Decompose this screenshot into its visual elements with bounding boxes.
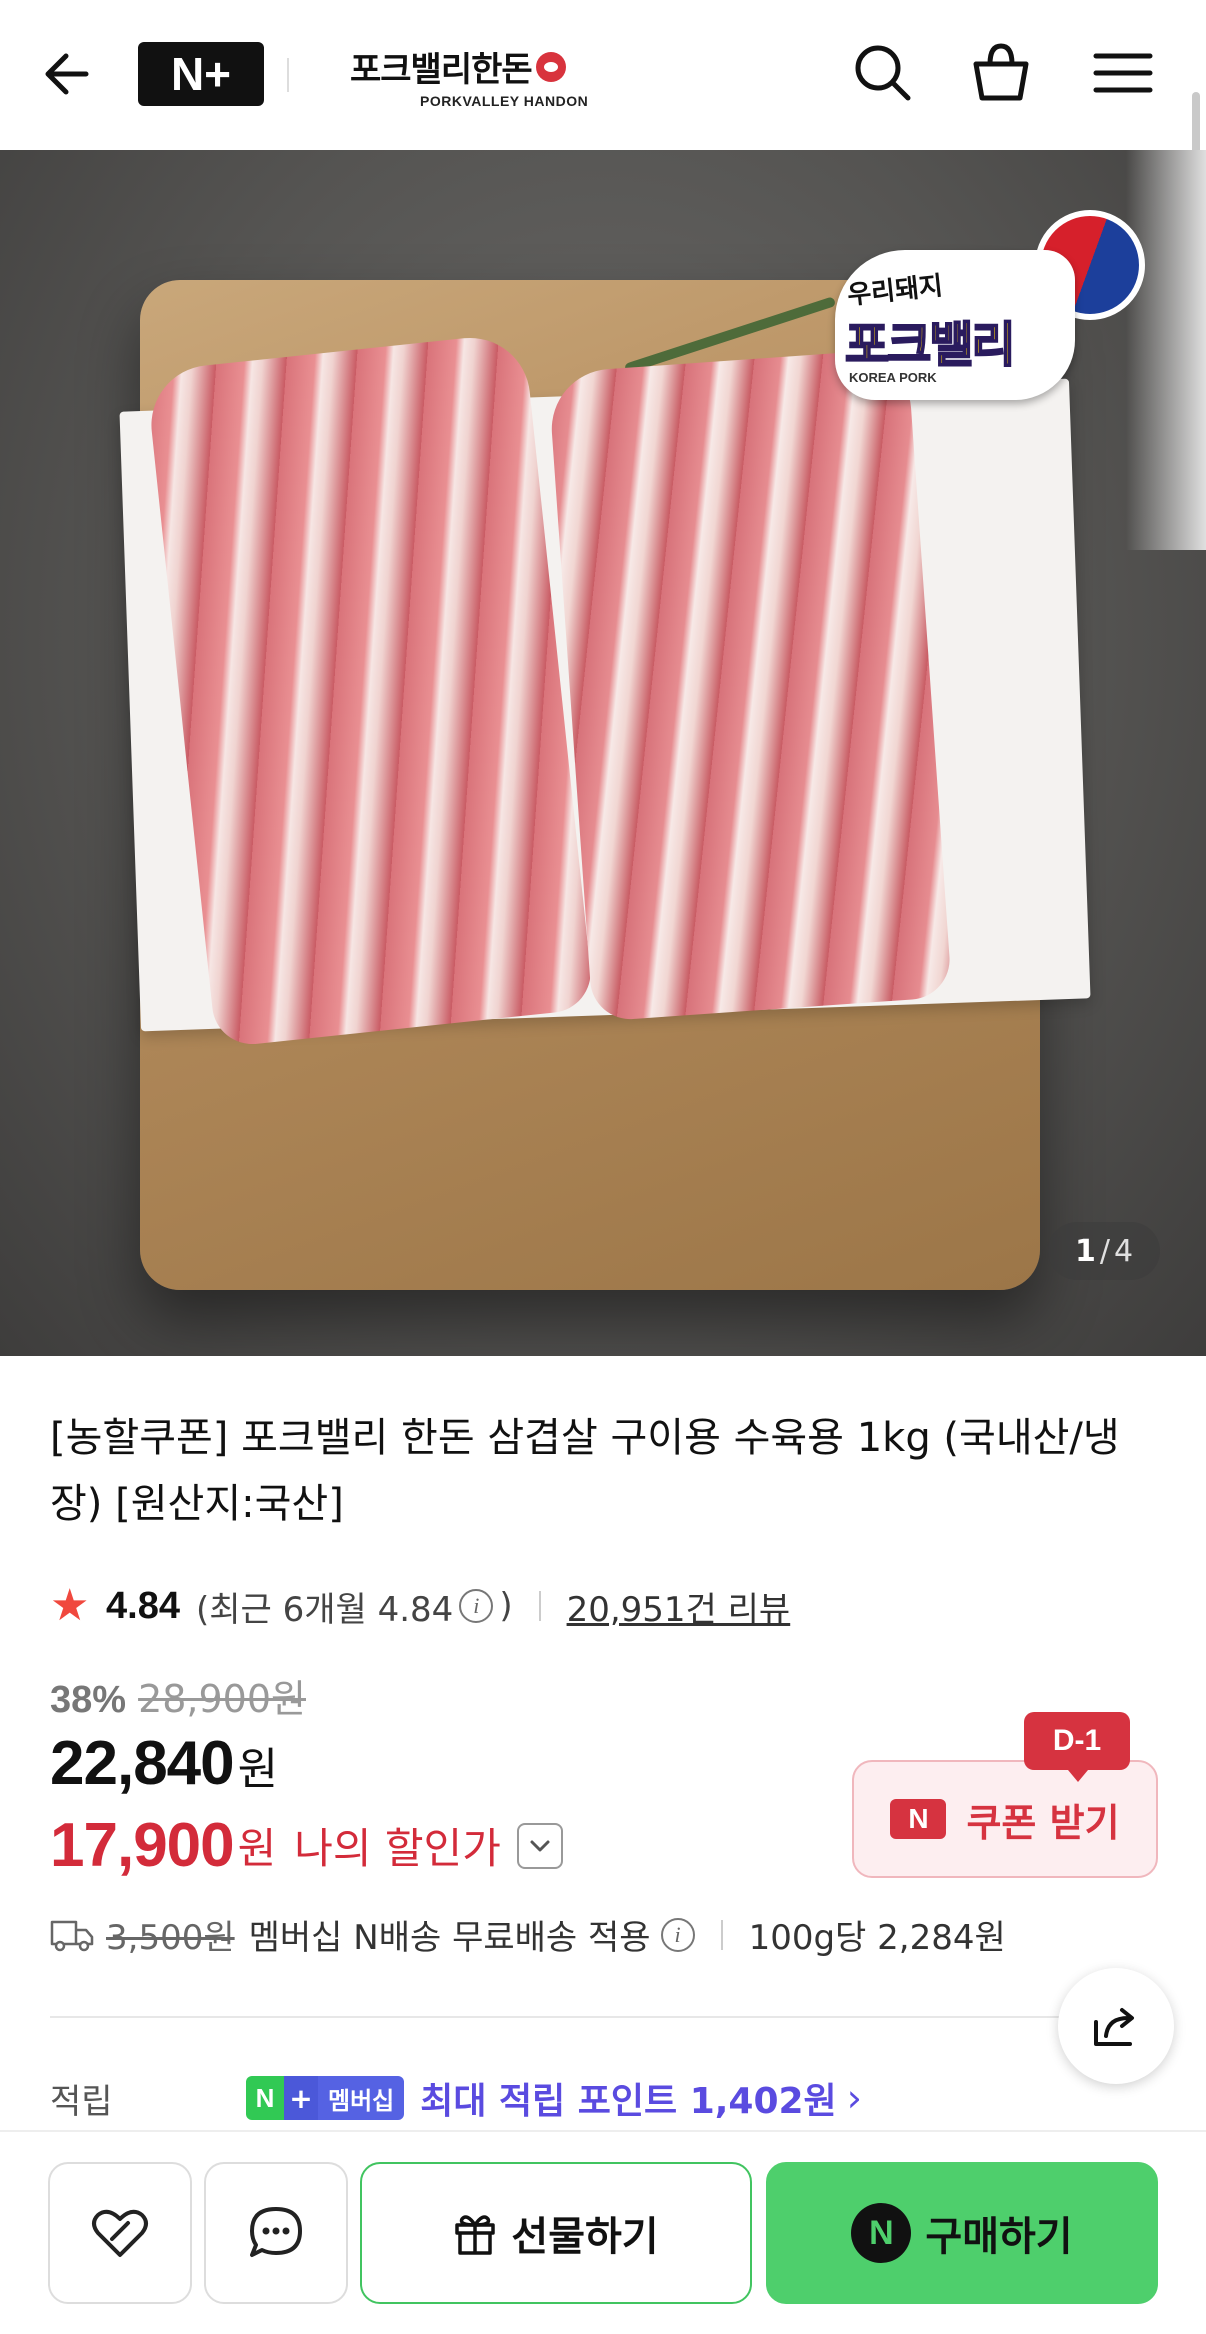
chevron-right-icon: › (846, 2076, 862, 2120)
expand-discount-button[interactable] (516, 1822, 563, 1869)
buy-button-label: 구매하기 (925, 2214, 1073, 2260)
cart-button[interactable] (966, 38, 1036, 108)
naver-plus-badge[interactable]: N+ (138, 42, 264, 106)
back-arrow-icon (45, 53, 89, 95)
rating-separator (538, 1591, 541, 1621)
sale-price-row: 22,840 원 (50, 1728, 278, 1799)
unit-price: 100g당 2,284원 (748, 1918, 1006, 1958)
image-page-separator: / (1099, 1233, 1110, 1269)
sticker-sub-text: KOREA PORK (849, 370, 937, 385)
section-divider (50, 2016, 1120, 2018)
recent-rating-close: ) (499, 1586, 513, 1626)
talk-inquiry-button[interactable] (204, 2162, 348, 2304)
original-price: 28,900원 (138, 1677, 306, 1721)
wishlist-button[interactable] (48, 2162, 192, 2304)
search-button[interactable] (848, 38, 918, 108)
membership-badge-text: 멤버십 (318, 2076, 405, 2120)
shipping-info-icon[interactable]: i (660, 1917, 695, 1952)
back-button[interactable] (40, 40, 108, 108)
share-icon (1094, 2008, 1134, 2046)
porkvalley-sticker-logo: 우리돼지 포크밸리 KOREA PORK (835, 210, 1145, 410)
image-page-current: 1 (1074, 1233, 1096, 1269)
sticker-main-text: 포크밸리 (844, 316, 1017, 374)
my-discount-label: 나의 할인가 (294, 1824, 501, 1873)
get-coupon-label: 쿠폰 받기 (966, 1800, 1120, 1845)
rating-row: ★ 4.84 (최근 6개월 4.84 i ) 20,951건 리뷰 (50, 1578, 790, 1634)
chat-bubble-icon (250, 2207, 302, 2257)
header-divider (287, 58, 289, 92)
get-coupon-button[interactable]: N 쿠폰 받기 (852, 1760, 1158, 1878)
menu-icon (1093, 53, 1153, 93)
membership-plus-icon: + (284, 2076, 318, 2120)
shipping-benefit-text: 멤버십 N배송 무료배송 적용 (248, 1918, 651, 1958)
store-brand-subtitle: PORKVALLEY HANDON (420, 93, 589, 109)
share-button[interactable] (1058, 1968, 1174, 2084)
rating-value: 4.84 (106, 1584, 180, 1627)
search-icon (855, 45, 911, 101)
my-discount-price-row[interactable]: 17,900 원 나의 할인가 (50, 1810, 563, 1881)
points-row[interactable]: 적립 N + 멤버십 최대 적립 포인트 1,402원 › (50, 2070, 1160, 2126)
membership-n-icon: N (246, 2076, 284, 2120)
pig-logo-icon (535, 51, 566, 82)
info-icon-glyph: i (473, 1593, 480, 1618)
image-page-indicator: 1 / 4 (1048, 1222, 1160, 1280)
my-discount-price: 17,900 (50, 1811, 235, 1880)
chevron-down-icon (530, 1840, 550, 1851)
menu-button[interactable] (1088, 38, 1158, 108)
sale-price-unit: 원 (237, 1744, 279, 1795)
recent-rating: (최근 6개월 4.84 i ) (196, 1582, 513, 1631)
sale-price: 22,840 (50, 1729, 235, 1798)
pork-belly-slab-left (145, 332, 595, 1048)
my-discount-price-unit: 원 (237, 1824, 277, 1873)
sticker-body: 우리돼지 포크밸리 KOREA PORK (835, 250, 1075, 400)
bottom-action-bar: 선물하기 N 구매하기 (0, 2130, 1206, 2334)
store-brand-logo[interactable]: 포크밸리한돈 PORKVALLEY HANDON (350, 42, 610, 109)
product-image-carousel[interactable]: 우리돼지 포크밸리 KOREA PORK 1 / 4 (0, 150, 1206, 1356)
max-points-text: 최대 적립 포인트 1,402원 (420, 2081, 837, 2122)
recent-rating-text: (최근 6개월 4.84 (195, 1589, 454, 1630)
naver-coupon-icon: N (890, 1799, 947, 1839)
naver-plus-badge-text: N+ (170, 48, 232, 100)
discount-rate: 38% (50, 1679, 127, 1721)
store-brand-name-text: 포크밸리한돈 (350, 50, 533, 90)
points-label: 적립 (50, 2081, 113, 2122)
shipping-separator (720, 1919, 723, 1950)
discount-row: 38% 28,900원 (50, 1668, 306, 1723)
shipping-row: 3,500원 멤버십 N배송 무료배송 적용 i 100g당 2,284원 (50, 1910, 1006, 1959)
naver-membership-badge: N + 멤버십 (246, 2076, 405, 2120)
coupon-dday-badge: D-1 (1024, 1712, 1130, 1782)
star-icon: ★ (50, 1580, 90, 1631)
heart-icon (92, 2209, 148, 2257)
truck-icon (50, 1920, 94, 1951)
shopping-bag-icon (973, 43, 1029, 101)
top-header: N+ 포크밸리한돈 PORKVALLEY HANDON (0, 0, 1206, 150)
gift-button[interactable]: 선물하기 (360, 2162, 752, 2304)
image-page-total: 4 (1113, 1233, 1134, 1269)
shipping-info-glyph: i (674, 1921, 681, 1947)
gift-button-label: 선물하기 (511, 2214, 659, 2260)
info-icon[interactable]: i (459, 1589, 494, 1623)
gift-icon (455, 2215, 496, 2255)
pork-belly-slab-right (547, 348, 953, 1022)
coupon-area: N 쿠폰 받기 D-1 (852, 1712, 1158, 1878)
store-brand-name: 포크밸리한돈 (350, 42, 610, 91)
review-count-link[interactable]: 20,951건 리뷰 (567, 1582, 791, 1631)
naver-pay-icon: N (851, 2203, 912, 2263)
product-title: [농할쿠폰] 포크밸리 한돈 삼겹살 구이용 수육용 1kg (국내산/냉장) … (50, 1415, 1120, 1527)
shipping-original-fee: 3,500원 (106, 1918, 235, 1958)
buy-button[interactable]: N 구매하기 (766, 2162, 1158, 2304)
